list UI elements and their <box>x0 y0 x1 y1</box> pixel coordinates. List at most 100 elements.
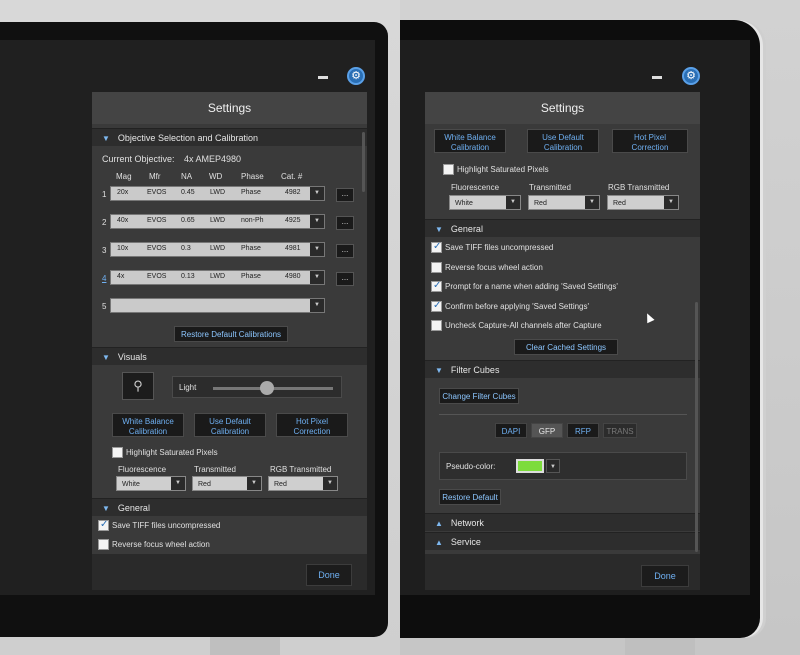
save-tiff-checkbox[interactable] <box>431 241 442 253</box>
rgb-transmitted-select[interactable]: Red ▼ <box>268 476 338 491</box>
fluorescence-select[interactable]: White ▼ <box>449 195 521 210</box>
row-na: 0.65 <box>181 217 195 224</box>
row-na: 0.13 <box>181 273 195 280</box>
section-objective[interactable]: ▼ Objective Selection and Calibration <box>92 128 367 146</box>
divider <box>439 414 687 415</box>
rgb-transmitted-value: Red <box>613 200 626 207</box>
confirm-apply-checkbox[interactable] <box>431 300 442 312</box>
chevron-up-icon: ▲ <box>435 538 443 547</box>
highlight-saturated-checkbox[interactable] <box>112 447 123 458</box>
save-tiff-label: Save TIFF files uncompressed <box>445 243 554 252</box>
highlight-saturated-checkbox[interactable] <box>443 164 454 175</box>
scrollbar[interactable] <box>362 132 365 192</box>
prompt-name-checkbox[interactable] <box>431 280 442 292</box>
gear-icon[interactable]: ⚙ <box>682 67 700 85</box>
settings-title: Settings <box>92 92 367 124</box>
row-mfr: EVOS <box>147 189 167 196</box>
white-balance-button[interactable]: White Balance Calibration <box>112 413 184 437</box>
cube-gfp-selected[interactable]: GFP <box>531 423 563 438</box>
settings-panel: Settings ▼ Objective Selection and Calibr… <box>92 92 367 590</box>
reverse-focus-label: Reverse focus wheel action <box>445 263 543 272</box>
objective-row[interactable]: 20x EVOS 0.45 LWD Phase 4982 ▼ <box>110 186 325 201</box>
uncheck-capture-checkbox[interactable] <box>431 320 442 331</box>
row-cat: 4981 <box>285 245 301 252</box>
pseudo-color-label: Pseudo-color: <box>446 462 496 471</box>
rgb-transmitted-select[interactable]: Red ▼ <box>607 195 679 210</box>
fluorescence-value: White <box>122 481 140 488</box>
cube-dapi[interactable]: DAPI <box>495 423 527 438</box>
reverse-focus-checkbox[interactable] <box>98 539 109 550</box>
chevron-up-icon: ▲ <box>435 519 443 528</box>
minimize-icon[interactable]: ▬ <box>318 71 328 82</box>
section-visuals[interactable]: ▼ Visuals <box>92 347 367 365</box>
section-filter-cubes[interactable]: ▼ Filter Cubes <box>425 360 700 378</box>
cube-rfp[interactable]: RFP <box>567 423 599 438</box>
edit-objective-button[interactable]: ... <box>336 188 354 202</box>
row-mfr: EVOS <box>147 245 167 252</box>
chevron-down-icon: ▼ <box>171 477 185 490</box>
pseudo-color-swatch[interactable] <box>516 459 544 473</box>
clear-cached-settings-button[interactable]: Clear Cached Settings <box>514 339 618 355</box>
reverse-focus-label: Reverse focus wheel action <box>112 540 210 549</box>
section-service[interactable]: ▲ Service <box>425 532 700 550</box>
fluorescence-select[interactable]: White ▼ <box>116 476 186 491</box>
restore-default-calibrations-button[interactable]: Restore Default Calibrations <box>174 326 288 342</box>
edit-objective-button[interactable]: ... <box>336 244 354 258</box>
col-mfr: Mfr <box>149 172 161 181</box>
change-filter-cubes-button[interactable]: Change Filter Cubes <box>439 388 519 404</box>
monitor-stand <box>210 637 280 655</box>
chevron-down-icon[interactable]: ▼ <box>546 459 560 473</box>
objective-row[interactable]: 40x EVOS 0.65 LWD non-Ph 4925 ▼ <box>110 214 325 229</box>
reverse-focus-checkbox[interactable] <box>431 262 442 273</box>
objective-row[interactable]: 4x EVOS 0.13 LWD Phase 4980 ▼ <box>110 270 325 285</box>
row-phase: Phase <box>241 245 261 252</box>
chevron-down-icon[interactable]: ▼ <box>310 299 324 312</box>
row-index-selected[interactable]: 4 <box>102 274 106 283</box>
row-cat: 4980 <box>285 273 301 280</box>
gear-icon[interactable]: ⚙ <box>347 67 365 85</box>
objective-row[interactable]: 10x EVOS 0.3 LWD Phase 4981 ▼ <box>110 242 325 257</box>
white-balance-button[interactable]: White Balance Calibration <box>434 129 506 153</box>
use-default-calibration-button[interactable]: Use Default Calibration <box>527 129 599 153</box>
scrollbar[interactable] <box>695 302 698 552</box>
transmitted-select[interactable]: Red ▼ <box>528 195 600 210</box>
chevron-down-icon[interactable]: ▼ <box>310 215 324 228</box>
transmitted-select[interactable]: Red ▼ <box>192 476 262 491</box>
current-objective-label: Current Objective: <box>102 154 175 164</box>
minimize-icon[interactable]: ▬ <box>652 71 662 82</box>
light-slider-handle[interactable] <box>260 381 274 395</box>
use-default-calibration-button[interactable]: Use Default Calibration <box>194 413 266 437</box>
objective-row-empty[interactable]: ▼ <box>110 298 325 313</box>
fluorescence-value: White <box>455 200 473 207</box>
settings-panel: Settings White Balance Calibration Use D… <box>425 92 700 590</box>
edit-objective-button[interactable]: ... <box>336 216 354 230</box>
section-general[interactable]: ▼ General <box>425 219 700 237</box>
edit-objective-button[interactable]: ... <box>336 272 354 286</box>
chevron-down-icon[interactable]: ▼ <box>310 271 324 284</box>
chevron-down-icon: ▼ <box>435 225 443 234</box>
row-index: 1 <box>102 190 107 199</box>
chevron-down-icon: ▼ <box>585 196 599 209</box>
hot-pixel-correction-button[interactable]: Hot Pixel Correction <box>612 129 688 153</box>
section-network-label: Network <box>450 518 484 528</box>
hot-pixel-correction-button[interactable]: Hot Pixel Correction <box>276 413 348 437</box>
chevron-down-icon[interactable]: ▼ <box>310 187 324 200</box>
section-general[interactable]: ▼ General <box>92 498 367 516</box>
rgb-transmitted-label: RGB Transmitted <box>270 465 332 474</box>
row-index: 5 <box>102 302 107 311</box>
cube-trans-disabled[interactable]: TRANS <box>603 423 637 438</box>
row-wd: LWD <box>210 245 226 252</box>
section-network[interactable]: ▲ Network <box>425 513 700 531</box>
restore-default-button[interactable]: Restore Default <box>439 489 501 505</box>
row-mfr: EVOS <box>147 273 167 280</box>
section-visuals-label: Visuals <box>117 352 147 362</box>
col-phase: Phase <box>241 172 264 181</box>
done-button[interactable]: Done <box>641 565 689 587</box>
done-button[interactable]: Done <box>306 564 352 586</box>
lightbulb-icon[interactable]: ⚲ <box>122 372 154 400</box>
row-mag: 10x <box>117 245 129 252</box>
col-na: NA <box>181 172 193 181</box>
save-tiff-checkbox[interactable] <box>98 519 109 531</box>
settings-title: Settings <box>425 92 700 124</box>
chevron-down-icon[interactable]: ▼ <box>310 243 324 256</box>
